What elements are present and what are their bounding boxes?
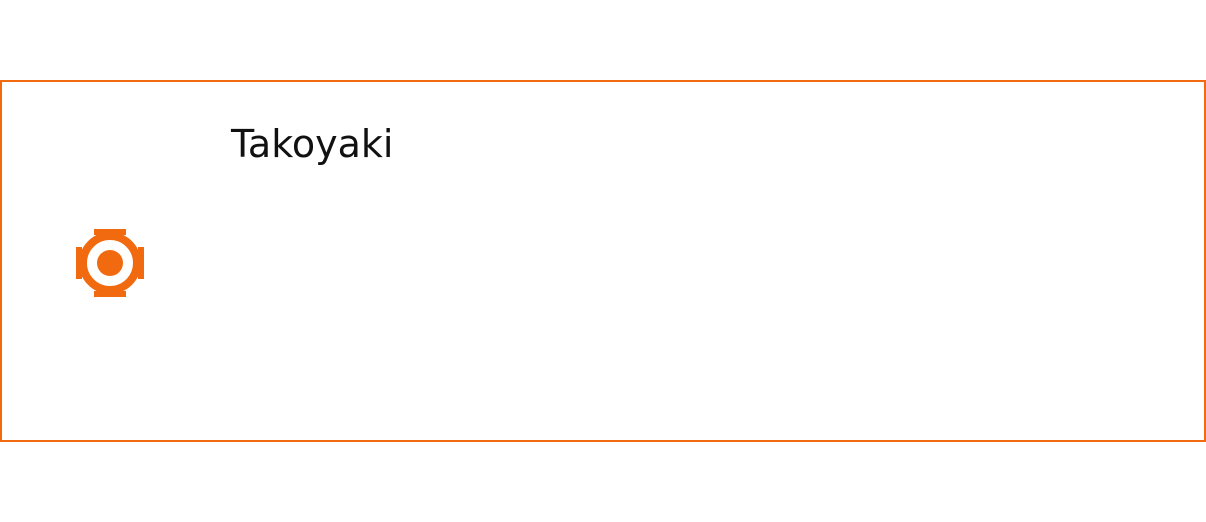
option-card-takoyaki[interactable]: Takoyaki	[0, 80, 1206, 442]
option-label: Takoyaki	[231, 122, 394, 166]
radio-selected-icon[interactable]	[76, 229, 144, 297]
